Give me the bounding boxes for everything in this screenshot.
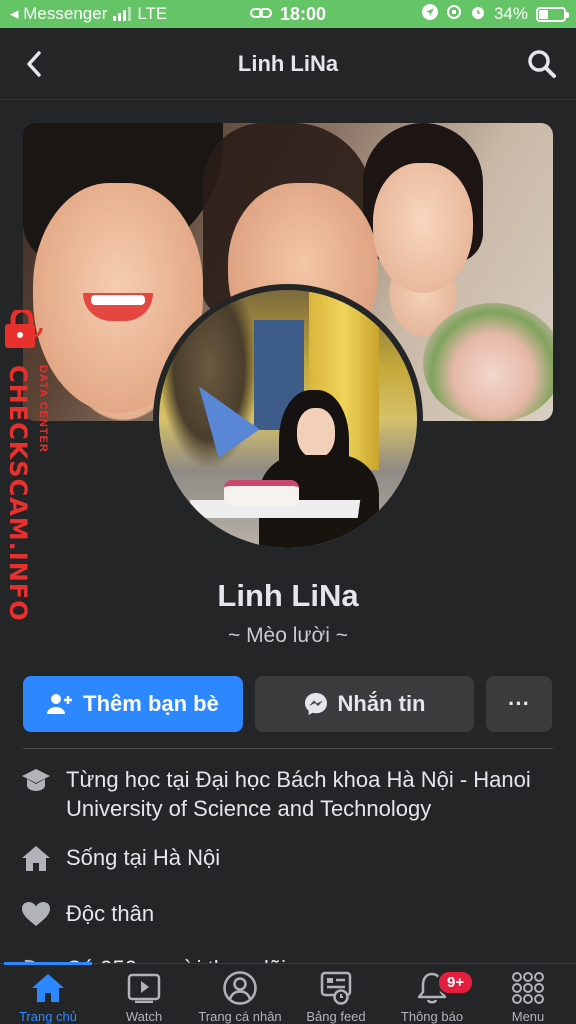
rotation-lock-icon — [446, 4, 462, 25]
message-label: Nhắn tin — [337, 691, 426, 716]
lives-prefix: Sống tại — [66, 845, 153, 870]
battery-fill — [539, 9, 548, 19]
section-divider — [23, 748, 553, 749]
nav-home-label: Trang chủ — [18, 1009, 78, 1024]
add-friend-icon — [47, 694, 73, 714]
profile-header: Linh LiNa — [0, 28, 576, 100]
cover-photo-detail — [423, 303, 553, 421]
avatar-detail — [224, 480, 299, 506]
menu-grid-icon — [508, 971, 548, 1005]
nav-watch[interactable]: Watch — [96, 964, 192, 1024]
status-left: ◂ Messenger LTE — [10, 4, 210, 24]
watermark-subtext: DATA CENTER — [37, 365, 49, 453]
relationship-row: Độc thân — [20, 899, 560, 929]
lives-in-text: Sống tại Hà Nội — [66, 843, 560, 872]
nav-profile-label: Trang cá nhân — [198, 1009, 282, 1024]
header-title: Linh LiNa — [237, 50, 339, 76]
message-button[interactable]: Nhắn tin — [255, 676, 474, 732]
search-icon — [528, 50, 556, 78]
status-right: 34% — [366, 3, 569, 25]
profile-picture-image — [159, 290, 417, 548]
home-icon — [28, 971, 68, 1005]
nav-menu-label: Menu — [511, 1009, 545, 1024]
profile-bio: ~ Mèo lười ~ — [227, 624, 349, 647]
back-to-app-label[interactable]: ◂ Messenger — [10, 4, 107, 24]
heart-icon — [20, 899, 52, 929]
signal-icon — [113, 7, 132, 21]
add-friend-label: Thêm bạn bè — [83, 691, 219, 716]
profile-icon — [220, 971, 260, 1005]
location-icon — [421, 3, 438, 25]
notification-badge: 9+ — [437, 970, 475, 995]
link-icon — [249, 4, 272, 25]
status-center: 18:00 — [210, 4, 366, 25]
feed-icon — [316, 971, 356, 1005]
education-row[interactable]: Từng học tại Đại học Bách khoa Hà Nội - … — [20, 765, 560, 823]
lives-city[interactable]: Hà Nội — [153, 845, 220, 870]
more-options-button[interactable]: ··· — [486, 676, 552, 732]
home-icon — [20, 843, 52, 873]
network-type: LTE — [137, 4, 168, 23]
nav-notifications[interactable]: 9+ Thông báo — [384, 964, 480, 1024]
bottom-navigation: Trang chủ Watch Trang cá nhân Bảng feed … — [0, 962, 576, 1024]
nav-home[interactable]: Trang chủ — [0, 964, 96, 1024]
nav-feed[interactable]: Bảng feed — [288, 964, 384, 1024]
more-options-label: ··· — [508, 691, 530, 716]
nav-profile[interactable]: Trang cá nhân — [192, 964, 288, 1024]
profile-name: Linh LiNa — [217, 578, 359, 613]
watch-icon — [124, 971, 164, 1005]
clock: 18:00 — [279, 3, 327, 24]
alarm-icon — [470, 4, 486, 25]
search-button[interactable] — [524, 46, 560, 82]
profile-picture[interactable] — [153, 284, 423, 554]
lives-in-row[interactable]: Sống tại Hà Nội — [20, 843, 560, 873]
nav-notifications-label: Thông báo — [400, 1009, 464, 1024]
nav-watch-label: Watch — [125, 1009, 163, 1024]
messenger-icon — [304, 693, 327, 715]
back-button[interactable] — [18, 48, 50, 80]
education-text: Từng học tại Đại học Bách khoa Hà Nội - … — [66, 765, 560, 823]
add-friend-button[interactable]: Thêm bạn bè — [23, 676, 243, 732]
watermark: CHECKSCAM.INFO DATA CENTER — [0, 310, 62, 622]
battery-icon — [536, 6, 569, 22]
battery-percent: 34% — [493, 4, 528, 23]
relationship-text: Độc thân — [66, 901, 155, 926]
nav-menu[interactable]: Menu — [480, 964, 576, 1024]
avatar-detail — [297, 408, 335, 458]
nav-feed-label: Bảng feed — [306, 1009, 366, 1024]
graduation-cap-icon — [20, 765, 52, 795]
lock-icon — [5, 310, 43, 348]
cover-photo-detail — [373, 163, 473, 293]
chevron-left-icon — [27, 51, 41, 77]
education-prefix: Từng học tại — [66, 767, 196, 792]
status-bar: ◂ Messenger LTE 18:00 34% — [0, 0, 576, 28]
